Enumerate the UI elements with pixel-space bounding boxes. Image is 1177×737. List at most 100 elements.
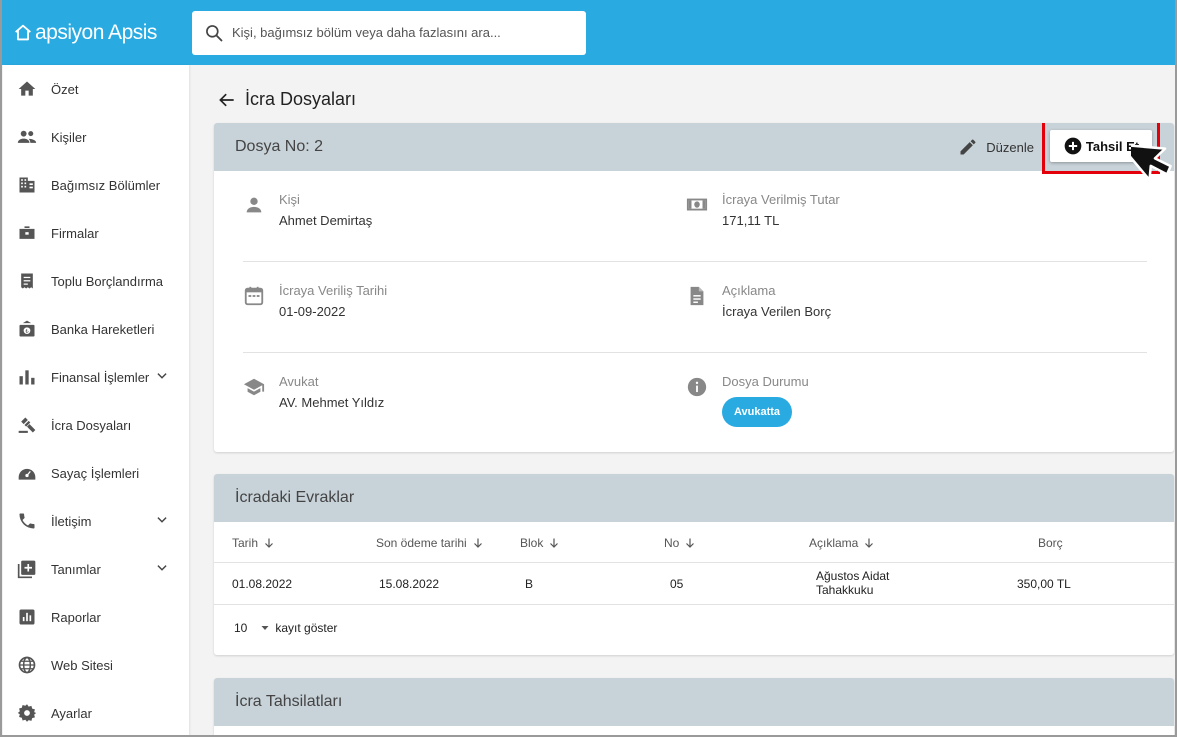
- cell-no: 05: [670, 577, 684, 591]
- cell-date: 01.08.2022: [232, 577, 293, 591]
- person-icon: [243, 192, 265, 228]
- documents-title: İcradaki Evraklar: [235, 489, 355, 506]
- add-box-icon: [17, 559, 37, 579]
- page-size-label: kayıt göster: [275, 621, 338, 635]
- sidebar-item-label: Web Sitesi: [51, 657, 113, 673]
- home-icon: [17, 79, 37, 99]
- report-icon: [17, 607, 37, 627]
- search-placeholder: Kişi, bağımsız bölüm veya daha fazlasını…: [232, 25, 501, 40]
- document-icon: [686, 283, 708, 319]
- column-header-no[interactable]: No: [664, 536, 696, 550]
- cell-description-line: Ağustos Aidat: [816, 569, 890, 583]
- cell-due-date: 15.08.2022: [379, 577, 440, 591]
- add-circle-icon: [1064, 137, 1082, 155]
- sidebar-item-icra-dosyalari[interactable]: İcra Dosyaları: [3, 401, 189, 449]
- documents-card: İcradaki Evraklar Tarih Son ödeme tarihi…: [214, 474, 1174, 655]
- sort-arrow-icon: [473, 538, 482, 548]
- bank-icon: ₺: [17, 319, 37, 339]
- column-header-aciklama[interactable]: Açıklama: [809, 536, 875, 550]
- column-header-tarih[interactable]: Tarih: [232, 536, 275, 550]
- sidebar-item-firmalar[interactable]: Firmalar: [3, 209, 189, 257]
- page-title-text: İcra Dosyaları: [245, 89, 357, 109]
- sidebar-item-label: Banka Hareketleri: [51, 321, 155, 337]
- mouse-cursor-icon: [1118, 133, 1175, 196]
- sidebar-item-banka-hareketleri[interactable]: ₺ Banka Hareketleri: [3, 305, 189, 353]
- divider: [243, 352, 1147, 353]
- sidebar-item-label: İcra Dosyaları: [51, 417, 132, 433]
- money-icon: [686, 192, 708, 228]
- cell-debt: 350,00 TL: [1017, 577, 1071, 591]
- edit-button[interactable]: Düzenle: [958, 137, 1034, 157]
- people-icon: [17, 127, 37, 147]
- date-value: 01-09-2022: [279, 304, 346, 319]
- graduation-cap-icon: [243, 374, 265, 410]
- sort-arrow-icon: [865, 538, 874, 548]
- meter-icon: [17, 463, 37, 483]
- page-size-selector[interactable]: 10 kayıt göster: [234, 621, 337, 635]
- page-size-value: 10: [234, 621, 248, 635]
- sidebar-item-label: Finansal İşlemler: [51, 369, 150, 385]
- description-field: Açıklama İcraya Verilen Borç: [686, 283, 831, 319]
- search-icon: [206, 24, 223, 41]
- amount-field: İcraya Verilmiş Tutar 171,11 TL: [686, 192, 840, 228]
- sidebar-item-label: Kişiler: [51, 129, 87, 145]
- gavel-icon: [17, 415, 37, 435]
- cell-description: Ağustos Aidat Tahakkuku: [816, 569, 889, 597]
- collections-card-header: İcra Tahsilatları: [214, 678, 1174, 726]
- sort-arrow-icon: [265, 538, 273, 548]
- sidebar-item-toplu-borclandirma[interactable]: Toplu Borçlandırma: [3, 257, 189, 305]
- sidebar-item-label: Özet: [51, 81, 79, 97]
- table-row[interactable]: 01.08.2022 15.08.2022 B 05 Ağustos Aidat…: [214, 563, 1174, 605]
- column-header-son-odeme[interactable]: Son ödeme tarihi: [376, 536, 484, 550]
- sidebar-item-kisiler[interactable]: Kişiler: [3, 113, 189, 161]
- bar-chart-icon: [17, 367, 37, 387]
- divider: [243, 261, 1147, 262]
- sidebar-item-finansal-islemler[interactable]: Finansal İşlemler: [3, 353, 189, 401]
- brand-logo[interactable]: apsiyon Apsis: [12, 21, 192, 45]
- amount-value: 171,11 TL: [722, 213, 780, 228]
- sidebar-item-ayarlar[interactable]: Ayarlar: [3, 689, 189, 737]
- column-label: Son ödeme tarihi: [376, 536, 467, 550]
- column-header-blok[interactable]: Blok: [520, 536, 560, 550]
- sort-arrow-icon: [550, 538, 559, 548]
- collections-title: İcra Tahsilatları: [235, 693, 343, 710]
- sort-arrow-icon: [686, 538, 695, 548]
- column-label: Blok: [520, 536, 544, 550]
- chevron-down-icon[interactable]: [155, 561, 169, 578]
- cell-block: B: [525, 577, 534, 591]
- column-label: No: [664, 536, 680, 550]
- top-bar: apsiyon Apsis Kişi, bağımsız bölüm veya …: [0, 0, 1177, 65]
- lawyer-value: AV. Mehmet Yıldız: [279, 395, 385, 410]
- collections-card: İcra Tahsilatları: [214, 678, 1174, 737]
- sidebar-item-tanimlar[interactable]: Tanımlar: [3, 545, 189, 593]
- sidebar-item-label: Bağımsız Bölümler: [51, 177, 161, 193]
- chevron-down-icon[interactable]: [155, 369, 169, 386]
- sidebar-item-label: Toplu Borçlandırma: [51, 273, 163, 289]
- lawyer-field: Avukat AV. Mehmet Yıldız: [243, 374, 384, 410]
- back-arrow-icon[interactable]: [217, 90, 237, 110]
- sidebar-item-label: Raporlar: [51, 609, 101, 625]
- edit-button-label: Düzenle: [986, 139, 1034, 155]
- sidebar-item-ozet[interactable]: Özet: [3, 65, 189, 113]
- dropdown-arrow-icon: [261, 626, 269, 630]
- sidebar-item-sayac-islemleri[interactable]: Sayaç İşlemleri: [3, 449, 189, 497]
- sidebar-item-label: Firmalar: [51, 225, 99, 241]
- lawyer-label: Avukat: [279, 374, 319, 389]
- status-field: Dosya Durumu Avukatta: [686, 374, 809, 427]
- sidebar-item-raporlar[interactable]: Raporlar: [3, 593, 189, 641]
- chevron-down-icon[interactable]: [155, 513, 169, 530]
- briefcase-icon: [17, 223, 37, 243]
- documents-card-header: İcradaki Evraklar: [214, 474, 1174, 522]
- sidebar-item-web-sitesi[interactable]: Web Sitesi: [3, 641, 189, 689]
- search-input[interactable]: Kişi, bağımsız bölüm veya daha fazlasını…: [192, 10, 586, 55]
- sidebar-item-iletisim[interactable]: İletişim: [3, 497, 189, 545]
- description-label: Açıklama: [722, 283, 776, 298]
- column-header-borc[interactable]: Borç: [1038, 536, 1063, 550]
- file-detail-card: Dosya No: 2 Düzenle Tahsil Et Kişi Ahmet …: [214, 123, 1174, 452]
- sidebar-item-bagimsiz-bolumler[interactable]: Bağımsız Bölümler: [3, 161, 189, 209]
- phone-icon: [17, 511, 37, 531]
- home-outline-icon: [15, 24, 31, 40]
- sidebar-item-label: İletişim: [51, 513, 92, 529]
- cell-description-line: Tahakkuku: [816, 583, 874, 597]
- date-field: İcraya Veriliş Tarihi 01-09-2022: [243, 283, 387, 319]
